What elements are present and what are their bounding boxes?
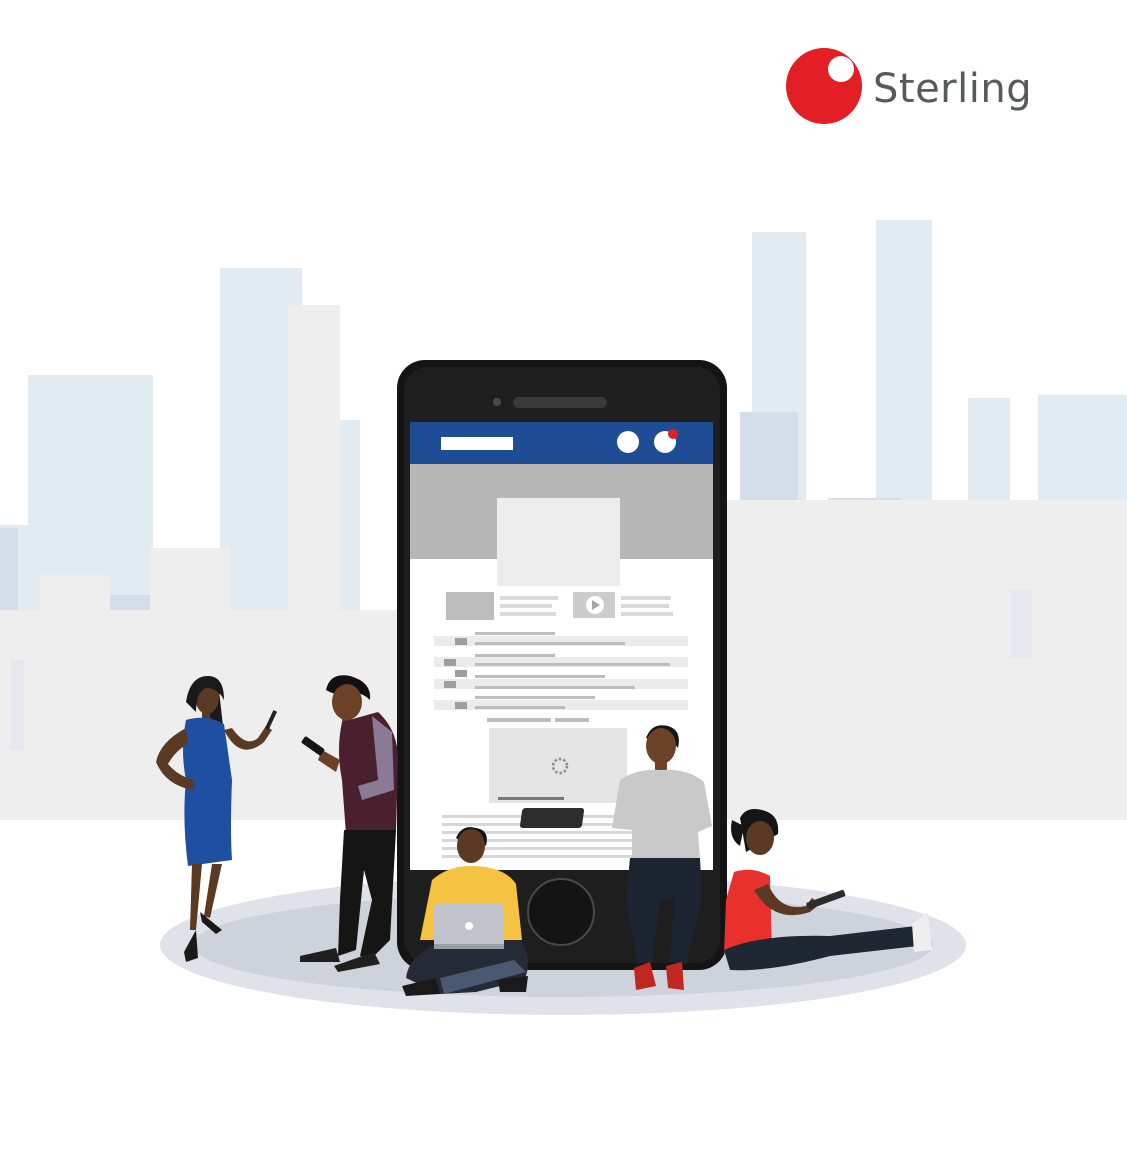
brand-name: Sterling [873, 66, 1033, 112]
brand-logo: Sterling [785, 45, 1032, 127]
splash-screen: Sterling [0, 0, 1127, 1162]
woman-with-tablet-figure [724, 809, 932, 971]
sterling-logo-icon [786, 48, 862, 124]
illustration [0, 220, 1127, 1015]
